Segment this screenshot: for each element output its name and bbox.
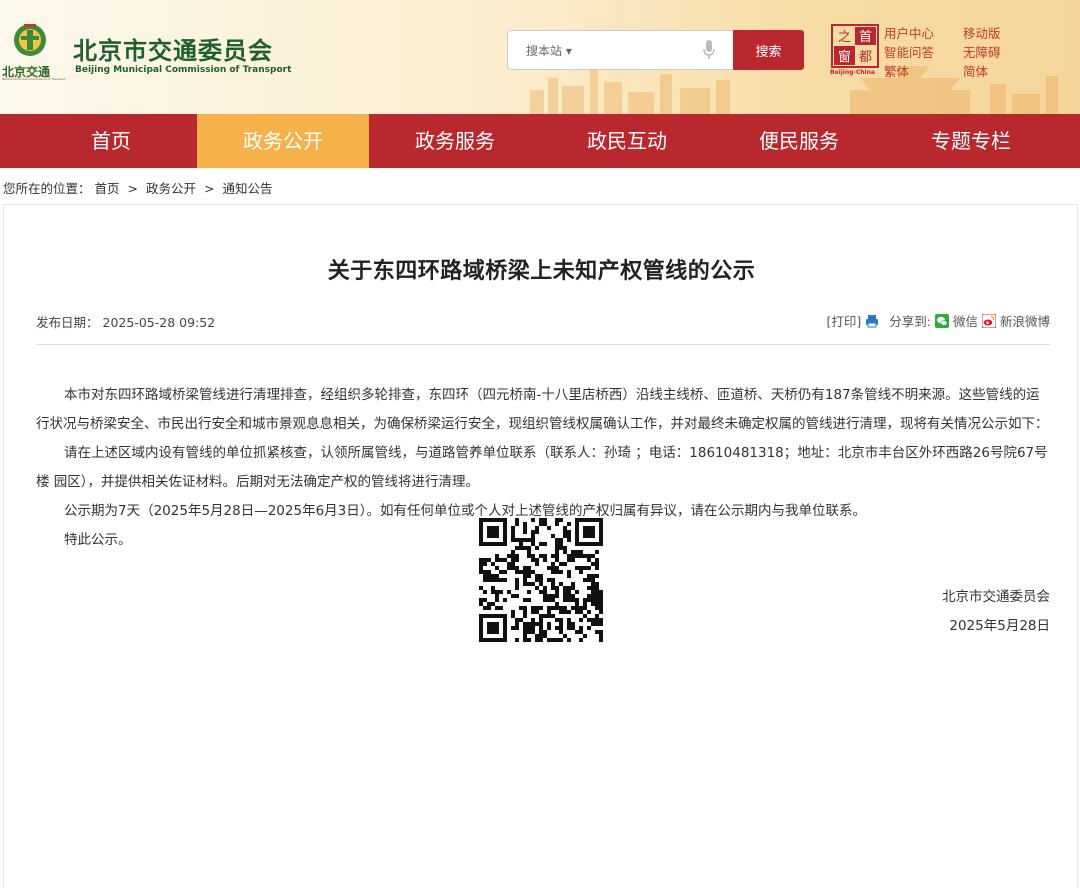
mobile-version-link[interactable]: 移动版 xyxy=(963,23,1001,42)
breadcrumb-separator: > xyxy=(127,181,138,196)
seal-char-2: 都 xyxy=(859,50,872,65)
breadcrumb: 您所在的位置： 首页 > 政务公开 > 通知公告 xyxy=(3,178,272,197)
signature-org: 北京市交通委员会 xyxy=(942,589,1050,605)
seal-char-3: 之 xyxy=(838,30,851,45)
nav-item-convenience-services[interactable]: 便民服务 xyxy=(713,114,885,168)
article-paragraph: 本市对东四环路域桥梁管线进行清理排查，经组织多轮排查，东四环（四元桥南-十八里店… xyxy=(36,387,1049,432)
traditional-chinese-link[interactable]: 繁体 xyxy=(884,61,909,80)
search-input[interactable] xyxy=(526,41,676,61)
seal-char-4: 窗 xyxy=(838,49,851,65)
qr-code-icon xyxy=(479,518,603,642)
breadcrumb-separator: > xyxy=(203,181,215,196)
article-paragraph: 请在上述区域内设有管线的单位抓紧核查，认领所属管线，与道路管养单位联系（联系人：… xyxy=(36,445,1048,490)
publish-date-label: 发布日期： xyxy=(36,315,99,330)
search-box xyxy=(507,30,733,70)
wechat-share-link[interactable]: 微信 xyxy=(953,311,978,330)
breadcrumb-government-affairs-open[interactable]: 政务公开 xyxy=(146,181,196,196)
bjjt-logo-icon[interactable] xyxy=(10,22,50,58)
accessibility-link[interactable]: 无障碍 xyxy=(963,42,1001,61)
seal-caption: Beijing-China xyxy=(830,69,875,76)
share-label: 分享到: xyxy=(889,314,931,329)
breadcrumb-notices[interactable]: 通知公告 xyxy=(222,181,272,196)
user-center-link[interactable]: 用户中心 xyxy=(884,23,934,42)
nav-item-government-services[interactable]: 政务服务 xyxy=(369,114,541,168)
search-button[interactable]: 搜索 xyxy=(733,30,804,70)
weibo-share-link[interactable]: 新浪微博 xyxy=(1000,311,1050,330)
article-tools: [打印] 分享到: 微信 新浪微博 xyxy=(826,311,1050,330)
main-nav: 首页 政务公开 政务服务 政民互动 便民服务 专题专栏 xyxy=(0,114,1080,168)
publish-date-value: 2025-05-28 09:52 xyxy=(102,315,216,330)
site-title-en: Beijing Municipal Commission of Transpor… xyxy=(75,65,292,75)
wechat-icon[interactable] xyxy=(934,313,949,328)
breadcrumb-prefix: 您所在的位置： xyxy=(3,181,91,196)
logo-short-subtitle: Beijing Municipal Commission of Transpor… xyxy=(2,77,66,81)
seal-char-1: 首 xyxy=(859,30,872,45)
weibo-icon[interactable] xyxy=(981,313,996,328)
publish-date: 发布日期： 2025-05-28 09:52 xyxy=(36,312,215,331)
microphone-icon[interactable] xyxy=(703,40,715,60)
shoudu-zhichuang-seal-icon[interactable]: 首 都 之 窗 xyxy=(831,24,879,74)
signature-date: 2025年5月28日 xyxy=(949,618,1050,634)
smart-qa-link[interactable]: 智能问答 xyxy=(884,42,934,61)
nav-item-government-affairs-open[interactable]: 政务公开 xyxy=(197,114,369,168)
site-header: 北京交通 Beijing Municipal Commission of Tra… xyxy=(0,0,1080,114)
breadcrumb-home[interactable]: 首页 xyxy=(95,181,120,196)
nav-item-special-topics[interactable]: 专题专栏 xyxy=(885,114,1057,168)
simplified-chinese-link[interactable]: 简体 xyxy=(963,61,988,80)
nav-item-public-interaction[interactable]: 政民互动 xyxy=(541,114,713,168)
print-link[interactable]: [打印] xyxy=(826,311,861,330)
site-title[interactable]: 北京市交通委员会 xyxy=(73,31,273,66)
nav-item-home[interactable]: 首页 xyxy=(25,114,197,168)
printer-icon[interactable] xyxy=(865,314,879,328)
title-divider xyxy=(36,344,1050,345)
article-title: 关于东四环路域桥梁上未知产权管线的公示 xyxy=(327,259,756,284)
